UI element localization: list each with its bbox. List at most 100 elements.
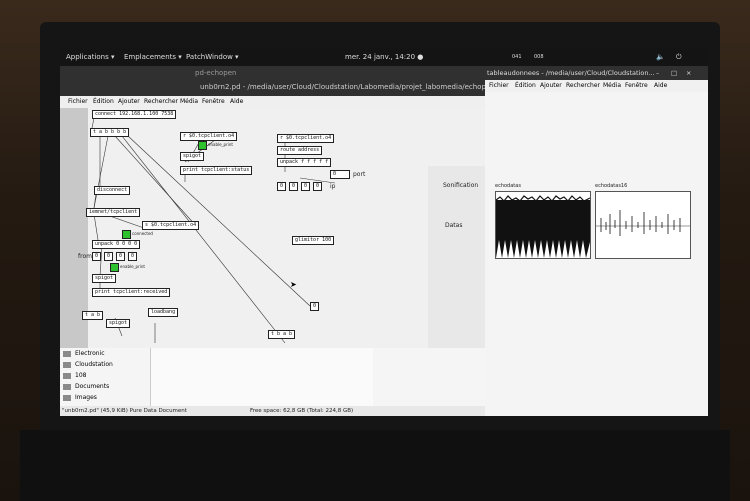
menu-rechercher[interactable]: Rechercher bbox=[144, 96, 178, 108]
datas-label[interactable]: Datas bbox=[445, 222, 462, 229]
ip-number-2[interactable]: 0 bbox=[289, 182, 299, 191]
from-number-2[interactable]: 0 bbox=[104, 252, 114, 261]
volume-icon[interactable]: 🔈 bbox=[656, 48, 665, 66]
ip-number-1[interactable]: 0 bbox=[277, 182, 287, 191]
statusbar: "unb0rn2.pd" (45,9 KiB) Pure Data Docume… bbox=[60, 406, 485, 416]
table-menu-rechercher[interactable]: Rechercher bbox=[566, 80, 600, 92]
enable-print-toggle-1[interactable] bbox=[198, 141, 207, 150]
table-window: tableaudonnees - /media/user/Cloud/Cloud… bbox=[485, 66, 708, 416]
ip-number-4[interactable]: 0 bbox=[313, 182, 323, 191]
menu-fenetre[interactable]: Fenêtre bbox=[202, 96, 225, 108]
status-file: "unb0rn2.pd" (45,9 KiB) Pure Data Docume… bbox=[62, 408, 187, 414]
folder-icon bbox=[63, 361, 71, 368]
port-label: port bbox=[353, 171, 366, 178]
menu-edition[interactable]: Édition bbox=[93, 96, 114, 108]
table-menu-aide[interactable]: Aide bbox=[654, 80, 667, 92]
print-status[interactable]: print tcpclient:status bbox=[180, 166, 253, 175]
table-titlebar: tableaudonnees - /media/user/Cloud/Cloud… bbox=[485, 66, 708, 80]
enable-print-toggle-2[interactable] bbox=[110, 263, 119, 272]
list-item[interactable]: Documents bbox=[60, 381, 145, 392]
applications-menu[interactable]: Applications ▾ bbox=[66, 48, 115, 66]
pd-patch-window: pd-echopen unb0rn2.pd - /media/user/Clou… bbox=[60, 66, 495, 416]
iemnet-tcpclient[interactable]: iemnet/tcpclient bbox=[86, 208, 141, 217]
receive-tcpclient-1[interactable]: r $0.tcpclient.o4 bbox=[180, 132, 238, 141]
table-menu-fenetre[interactable]: Fenêtre bbox=[625, 80, 648, 92]
loadbang[interactable]: loadbang bbox=[148, 308, 179, 317]
pd-menubar: Fichier Édition Ajouter Rechercher Média… bbox=[60, 96, 485, 108]
table-window-title: tableaudonnees - /media/user/Cloud/Cloud… bbox=[487, 69, 655, 77]
trigger-tab[interactable]: t a b bbox=[82, 311, 104, 320]
array-graph-echodatas16[interactable] bbox=[595, 191, 691, 259]
receive-tcpclient-2[interactable]: r $0.tcpclient.o4 bbox=[277, 134, 335, 143]
folder-icon bbox=[63, 372, 71, 379]
table-menu-ajouter[interactable]: Ajouter bbox=[540, 80, 562, 92]
tray-indicator-1: 041 bbox=[512, 54, 522, 60]
spigot-3[interactable]: spigot bbox=[106, 319, 131, 328]
from-number-1[interactable]: 0 bbox=[92, 252, 102, 261]
array-graph-echodatas[interactable] bbox=[495, 191, 591, 259]
pd-window-title: unb0rn2.pd - /media/user/Cloud/Cloudstat… bbox=[200, 83, 495, 91]
spigot-1[interactable]: spigot bbox=[180, 152, 205, 161]
list-item[interactable]: Images bbox=[60, 392, 145, 403]
unpack-0000[interactable]: unpack 0 0 0 0 bbox=[92, 240, 141, 249]
patchwindow-menu[interactable]: PatchWindow ▾ bbox=[186, 48, 239, 66]
patch-wires bbox=[91, 117, 336, 344]
ip-number-3[interactable]: 0 bbox=[301, 182, 311, 191]
patch-canvas[interactable]: connect 192.168.1.100 7538 t a b b b b r… bbox=[60, 108, 485, 348]
glimitor[interactable]: glimitor 100 bbox=[292, 236, 335, 245]
pd-tab-title[interactable]: pd-echopen bbox=[195, 69, 236, 77]
screen: Applications ▾ Emplacements ▾ PatchWindo… bbox=[60, 48, 708, 416]
send-tcpclient[interactable]: s $0.tcpclient.o4 bbox=[142, 221, 200, 230]
unpack-fffff[interactable]: unpack f f f f f bbox=[277, 158, 332, 167]
minimize-icon[interactable]: – bbox=[656, 66, 659, 80]
close-icon[interactable]: × bbox=[686, 66, 691, 80]
echodatas16-waveform bbox=[596, 210, 690, 236]
print-received[interactable]: print tcpclient:received bbox=[92, 288, 171, 297]
connect-message[interactable]: connect 192.168.1.100 7538 bbox=[92, 110, 177, 119]
route-address[interactable]: route address bbox=[277, 146, 323, 155]
number-box-right[interactable]: 0 bbox=[310, 302, 320, 311]
array-label-echodatas16: echodatas16 bbox=[595, 183, 628, 189]
file-view-area bbox=[150, 348, 373, 406]
folder-icon bbox=[63, 383, 71, 390]
desktop: pd-echopen unb0rn2.pd - /media/user/Clou… bbox=[60, 66, 708, 416]
from-number-3[interactable]: 0 bbox=[116, 252, 126, 261]
connected-label: connected bbox=[132, 231, 153, 236]
connected-toggle[interactable] bbox=[122, 230, 131, 239]
clock[interactable]: mer. 24 janv., 14:20 ● bbox=[345, 48, 423, 66]
menu-ajouter[interactable]: Ajouter bbox=[118, 96, 140, 108]
cursor-icon: ➤ bbox=[290, 280, 297, 289]
ip-label: ip bbox=[330, 183, 336, 190]
spigot-2[interactable]: spigot bbox=[92, 274, 117, 283]
enable-print-label-2: enable_print bbox=[120, 264, 145, 269]
menu-aide[interactable]: Aide bbox=[230, 96, 243, 108]
power-icon[interactable]: ⏻ bbox=[676, 48, 682, 66]
trigger-object[interactable]: t a b b b b bbox=[90, 128, 130, 137]
file-manager-list: Electronic Cloudstation 108 Documents Im… bbox=[60, 348, 485, 406]
echodatas-waveform bbox=[495, 195, 591, 258]
list-item[interactable]: 108 bbox=[60, 370, 145, 381]
places-menu[interactable]: Emplacements ▾ bbox=[124, 48, 182, 66]
trigger-bab[interactable]: t b a b bbox=[268, 330, 296, 339]
disconnect-message[interactable]: disconnect bbox=[94, 186, 131, 195]
from-number-4[interactable]: 0 bbox=[128, 252, 138, 261]
table-menu-edition[interactable]: Édition bbox=[515, 80, 536, 92]
sonification-label[interactable]: Sonification bbox=[443, 182, 478, 189]
enable-print-label-1: enable_print bbox=[208, 142, 233, 147]
pd-titlebar: pd-echopen unb0rn2.pd - /media/user/Clou… bbox=[60, 66, 495, 96]
folder-icon bbox=[63, 394, 71, 401]
maximize-icon[interactable]: □ bbox=[671, 66, 677, 80]
tray-indicator-2: 008 bbox=[534, 54, 544, 60]
table-menu-fichier[interactable]: Fichier bbox=[489, 80, 509, 92]
port-number[interactable]: 0 bbox=[330, 170, 350, 179]
status-space: Free space: 62,8 GB (Total: 224,8 GB) bbox=[250, 408, 354, 414]
list-item[interactable]: Cloudstation bbox=[60, 359, 145, 370]
right-panel: Sonification Datas bbox=[428, 166, 485, 348]
array-label-echodatas: echodatas bbox=[495, 183, 521, 189]
menu-media[interactable]: Média bbox=[180, 96, 198, 108]
list-item[interactable]: Electronic bbox=[60, 348, 145, 359]
folder-icon bbox=[63, 350, 71, 357]
menu-fichier[interactable]: Fichier bbox=[68, 96, 88, 108]
from-label: from bbox=[78, 253, 92, 260]
table-menu-media[interactable]: Média bbox=[603, 80, 621, 92]
